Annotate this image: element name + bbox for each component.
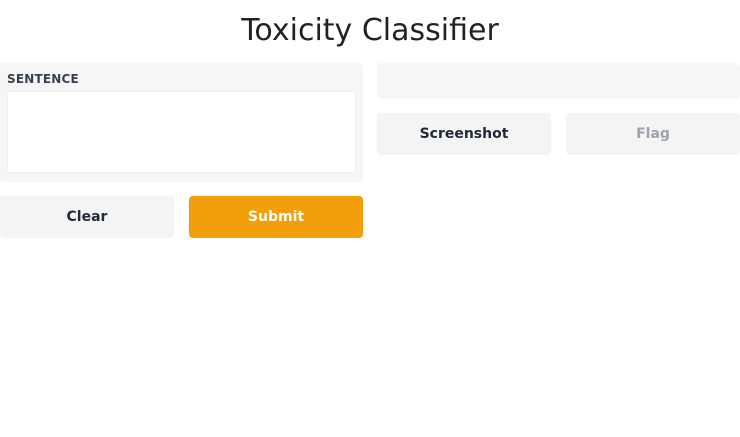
clear-button[interactable]: Clear	[0, 196, 174, 238]
sentence-label: SENTENCE	[7, 72, 79, 86]
screenshot-button[interactable]: Screenshot	[377, 113, 551, 155]
submit-button[interactable]: Submit	[189, 196, 363, 238]
page-title: Toxicity Classifier	[241, 13, 499, 48]
sentence-input[interactable]	[7, 91, 356, 173]
output-panel	[377, 63, 740, 99]
flag-button[interactable]: Flag	[566, 113, 740, 155]
